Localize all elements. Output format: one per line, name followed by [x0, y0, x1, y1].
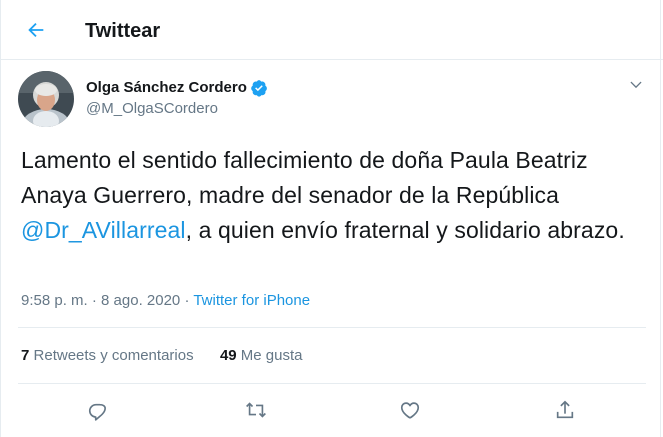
- tweet-source[interactable]: Twitter for iPhone: [193, 292, 310, 309]
- likes-count: 49: [219, 347, 237, 364]
- retweets-label: Retweets y comentarios: [33, 347, 194, 364]
- likes-stat[interactable]: 49 Me gusta: [220, 347, 303, 364]
- back-button[interactable]: [23, 17, 49, 43]
- avatar[interactable]: [18, 71, 74, 127]
- chevron-down-icon: [630, 81, 642, 89]
- tweet-text-part: , a quien envío fraternal y solidario ab…: [185, 217, 625, 243]
- tweet-actions: [1, 393, 663, 427]
- like-icon: [400, 402, 420, 419]
- retweet-button[interactable]: [243, 397, 269, 423]
- tweet-text-part: Lamento el sentido fallecimiento de doña…: [21, 147, 588, 208]
- retweets-stat[interactable]: 7 Retweets y comentarios: [21, 347, 194, 364]
- page-title: Twittear: [85, 20, 161, 42]
- retweets-count: 7: [21, 347, 30, 364]
- divider: [18, 383, 646, 384]
- author-handle[interactable]: @M_OlgaSCordero: [86, 99, 218, 119]
- tweet-page: Twittear Olga Sánchez Cordero @M_OlgaSCo…: [0, 0, 663, 437]
- page-header: Twittear: [1, 0, 663, 60]
- arrow-left-icon: [28, 22, 44, 38]
- more-options-button[interactable]: [627, 76, 645, 94]
- reply-icon: [88, 403, 106, 421]
- share-icon: [556, 400, 574, 419]
- tweet-text: Lamento el sentido fallecimiento de doña…: [21, 143, 651, 248]
- meta-separator: ·: [180, 292, 194, 309]
- tweet-timestamp[interactable]: 9:58 p. m. · 8 ago. 2020: [21, 292, 180, 309]
- divider: [18, 327, 646, 328]
- tweet-meta: 9:58 p. m. · 8 ago. 2020 · Twitter for i…: [21, 291, 310, 311]
- share-button[interactable]: [552, 397, 578, 423]
- tweet-stats: 7 Retweets y comentarios 49 Me gusta: [21, 346, 303, 366]
- retweet-icon: [246, 402, 266, 418]
- likes-label: Me gusta: [240, 347, 303, 364]
- author-name[interactable]: Olga Sánchez Cordero: [86, 78, 247, 98]
- author-name-row[interactable]: Olga Sánchez Cordero: [86, 78, 268, 98]
- mention-link[interactable]: @Dr_AVillarreal: [21, 217, 186, 243]
- like-button[interactable]: [397, 397, 423, 423]
- verified-badge-icon: [250, 79, 268, 97]
- reply-button[interactable]: [85, 397, 111, 423]
